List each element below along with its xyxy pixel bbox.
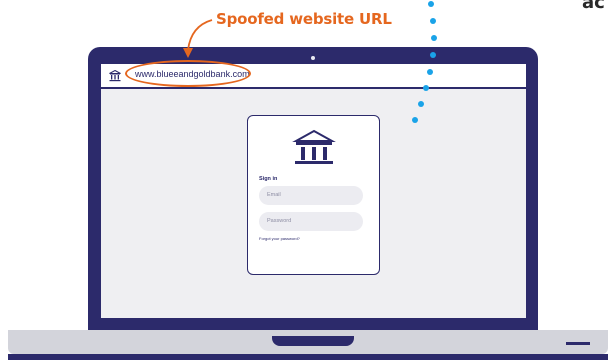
login-card: Sign in Email Password Forgot your passw… [247,115,380,275]
laptop-base-rim [8,354,608,360]
forgot-password-link[interactable]: Forgot your password? [259,236,300,241]
url-highlight-ellipse [125,60,251,87]
laptop-notch [272,336,354,346]
partial-heading-text: ac [582,0,605,13]
bank-logo-icon [292,129,336,164]
bank-icon [109,70,121,82]
laptop-screen: www.blueeandgoldbank.com Sign in Email P… [101,64,526,318]
password-field[interactable]: Password [259,212,363,231]
sign-in-heading: Sign in [259,176,278,182]
webcam-dot [311,56,315,60]
email-field[interactable]: Email [259,186,363,205]
laptop-edge-mark [566,342,590,345]
spoofed-url-annotation: Spoofed website URL [216,10,392,28]
